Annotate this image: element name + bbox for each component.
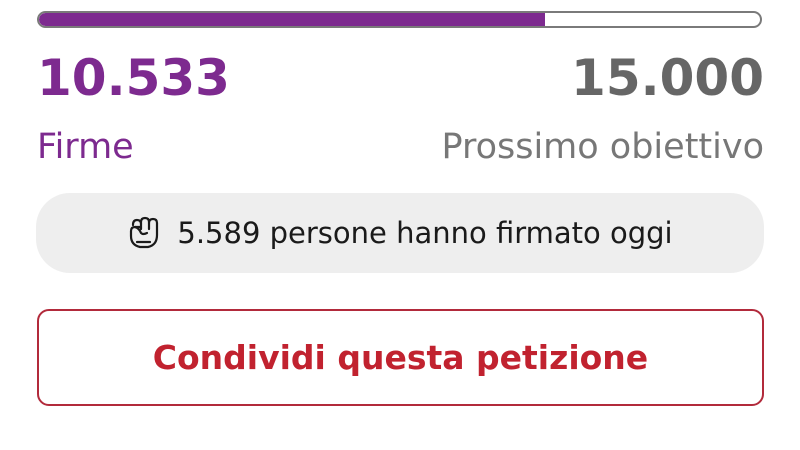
signed-today-pill: 5.589 persone hanno firmato oggi <box>36 193 764 273</box>
raised-fist-icon <box>127 215 161 251</box>
petition-progress-card: 10.533 15.000 Firme Prossimo obiettivo 5… <box>0 0 800 450</box>
signature-count: 10.533 <box>37 49 230 107</box>
signed-today-text: 5.589 persone hanno firmato oggi <box>177 216 673 250</box>
signatures-caption: Firme <box>37 127 134 167</box>
share-petition-button[interactable]: Condividi questa petizione <box>37 309 764 406</box>
signature-progress-bar <box>37 11 762 28</box>
progress-fill <box>39 13 546 26</box>
goal-count: 15.000 <box>571 49 764 107</box>
goal-caption: Prossimo obiettivo <box>441 127 764 167</box>
share-button-label: Condividi questa petizione <box>152 337 649 377</box>
